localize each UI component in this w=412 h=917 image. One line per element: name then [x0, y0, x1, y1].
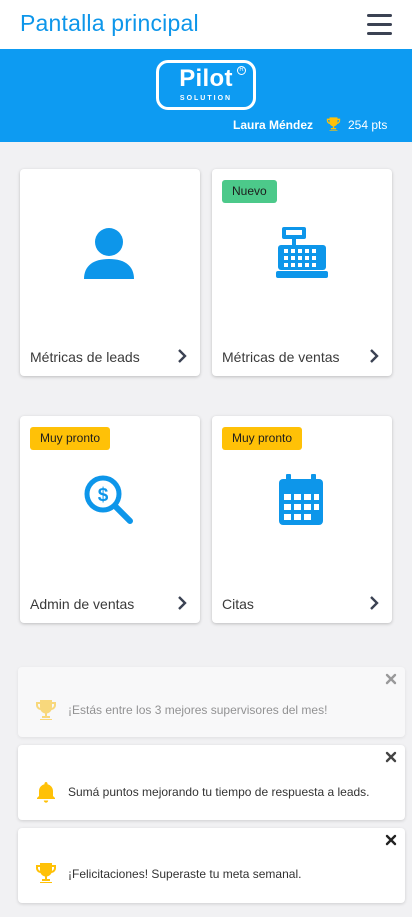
notification-text: ¡Felicitaciones! Superaste tu meta seman… [68, 867, 302, 881]
close-icon[interactable] [385, 751, 397, 763]
badge-nuevo: Nuevo [222, 180, 277, 203]
card-citas[interactable]: Muy pronto Citas [212, 416, 392, 623]
trophy-icon [36, 700, 56, 720]
logo-subtext: SOLUTION [179, 95, 233, 102]
dollar-search-icon: $ [84, 475, 133, 524]
user-name: Laura Méndez [233, 118, 314, 132]
card-metricas-leads[interactable]: Métricas de leads [20, 169, 200, 376]
notification-text: Sumá puntos mejorando tu tiempo de respu… [68, 785, 370, 799]
notification-text: ¡Estás entre los 3 mejores supervisores … [68, 703, 328, 717]
trophy-icon [36, 863, 56, 883]
chevron-right-icon [370, 596, 379, 610]
calendar-icon [279, 474, 323, 525]
notification-top-supervisors: ¡Estás entre los 3 mejores supervisores … [18, 667, 405, 737]
card-label: Admin de ventas [30, 596, 135, 612]
close-icon[interactable] [385, 673, 397, 685]
hero-banner: Pilot R SOLUTION Laura Méndez 254 pts [0, 49, 412, 142]
page-title: Pantalla principal [20, 10, 199, 36]
logo-registered-mark: R [237, 66, 246, 75]
chevron-right-icon [178, 349, 187, 363]
card-label: Métricas de leads [30, 349, 140, 365]
svg-text:$: $ [98, 485, 109, 506]
notification-weekly-goal: ¡Felicitaciones! Superaste tu meta seman… [18, 828, 405, 903]
hamburger-menu-icon[interactable] [367, 14, 392, 36]
card-metricas-ventas[interactable]: Nuevo Métricas de ventas [212, 169, 392, 376]
card-admin-ventas[interactable]: Muy pronto $ Admin de ventas [20, 416, 200, 623]
chevron-right-icon [370, 349, 379, 363]
bell-icon [37, 782, 55, 803]
top-bar: Pantalla principal [0, 0, 412, 49]
pilot-solution-logo: Pilot R SOLUTION [156, 60, 256, 110]
cash-register-icon [276, 227, 328, 278]
card-label: Métricas de ventas [222, 349, 340, 365]
trophy-icon [326, 117, 341, 131]
badge-muy-pronto: Muy pronto [222, 427, 303, 450]
chevron-right-icon [178, 596, 187, 610]
notification-response-time: Sumá puntos mejorando tu tiempo de respu… [18, 745, 405, 820]
card-label: Citas [222, 596, 254, 612]
close-icon[interactable] [385, 834, 397, 846]
points-value: 254 pts [348, 118, 388, 132]
user-icon [84, 228, 134, 279]
badge-muy-pronto: Muy pronto [30, 427, 111, 450]
